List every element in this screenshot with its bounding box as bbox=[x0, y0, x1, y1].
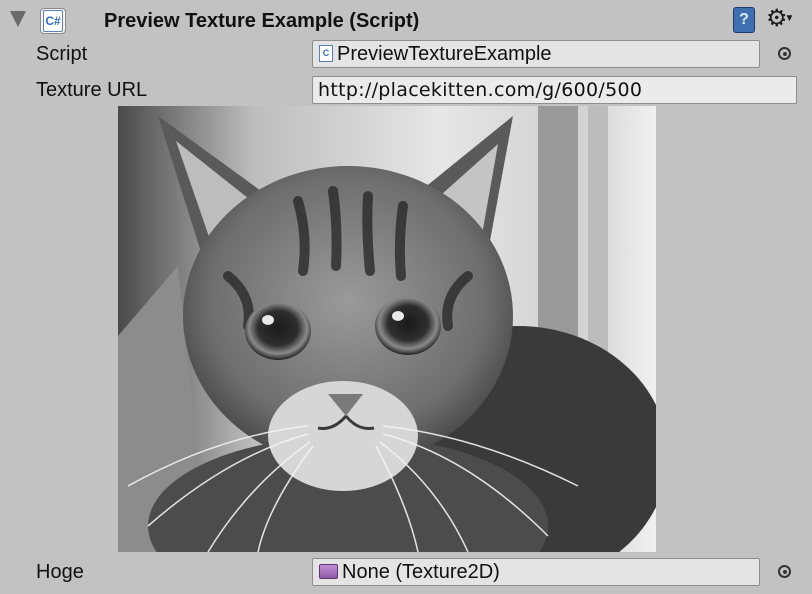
texture-url-property-row: Texture URL bbox=[0, 73, 812, 107]
hoge-label: Hoge bbox=[36, 561, 84, 583]
hoge-object-field[interactable]: None (Texture2D) bbox=[312, 558, 760, 586]
script-property-row: Script C PreviewTextureExample bbox=[0, 37, 812, 71]
component-header: C# Preview Texture Example (Script) ? ⚙▼ bbox=[0, 0, 812, 40]
texture2d-icon bbox=[319, 563, 338, 579]
foldout-arrow-icon[interactable] bbox=[10, 11, 26, 27]
help-book-icon[interactable]: ? bbox=[733, 7, 755, 33]
script-object-field[interactable]: C PreviewTextureExample bbox=[312, 40, 760, 68]
component-title: Preview Texture Example (Script) bbox=[104, 10, 420, 32]
csharp-script-icon: C bbox=[319, 44, 333, 62]
texture-preview-image bbox=[118, 106, 656, 552]
gear-icon[interactable]: ⚙▼ bbox=[766, 5, 800, 33]
texture-url-label: Texture URL bbox=[36, 79, 148, 101]
texture-url-input[interactable] bbox=[312, 76, 797, 104]
object-picker-icon[interactable] bbox=[778, 47, 791, 60]
kitten-photo bbox=[118, 106, 656, 552]
hoge-object-value: None (Texture2D) bbox=[342, 561, 500, 583]
object-picker-icon[interactable] bbox=[778, 565, 791, 578]
script-object-value: PreviewTextureExample bbox=[337, 43, 552, 65]
script-label: Script bbox=[36, 43, 88, 65]
hoge-property-row: Hoge None (Texture2D) bbox=[0, 555, 812, 589]
csharp-script-icon: C# bbox=[43, 10, 63, 32]
